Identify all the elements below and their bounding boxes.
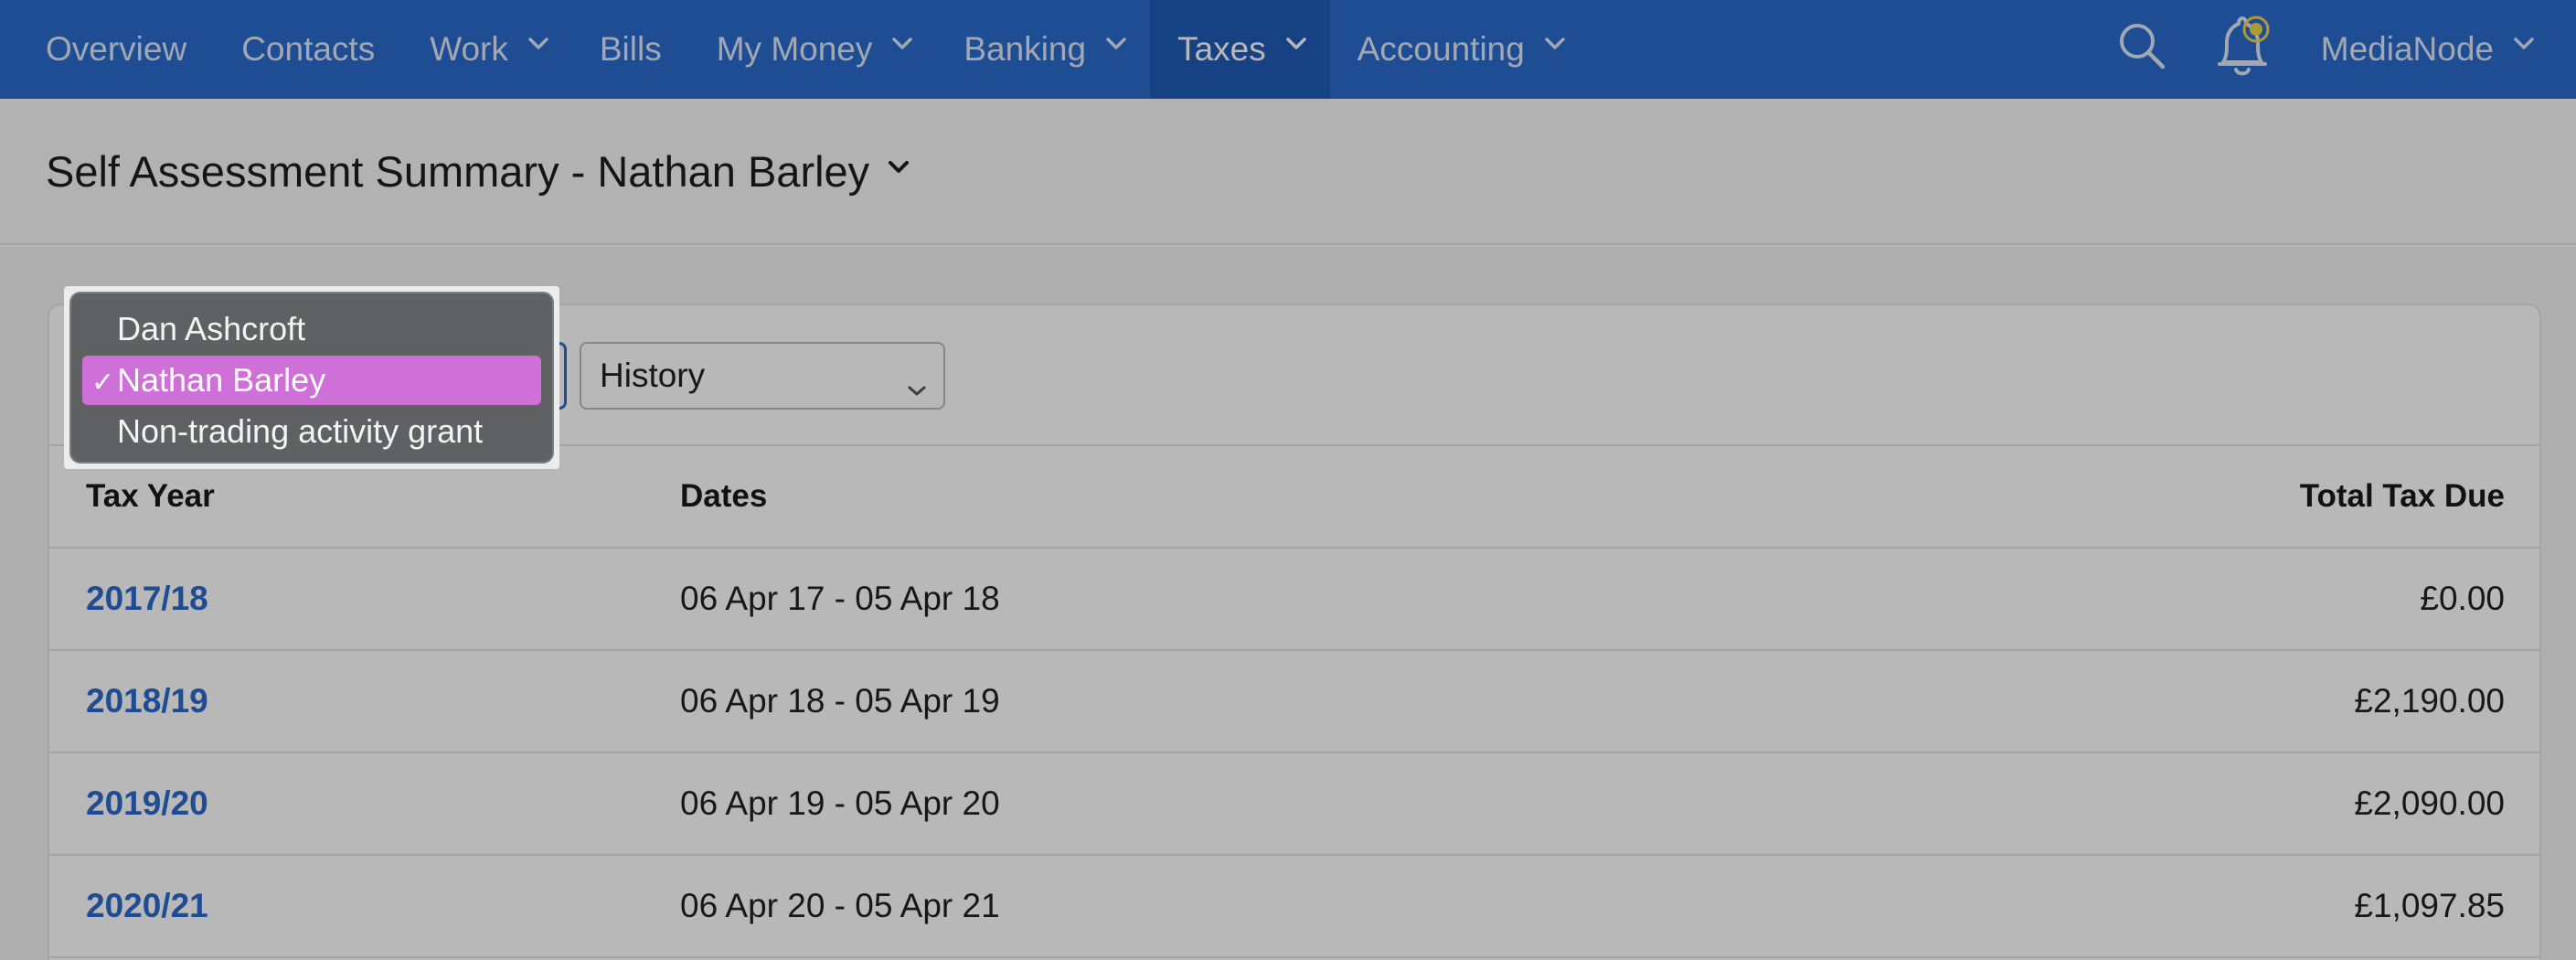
nav-item-banking[interactable]: Banking xyxy=(936,0,1150,99)
nav-item-label: Overview xyxy=(46,30,187,68)
dropdown-frame: Dan Ashcroft ✓ Nathan Barley Non-trading… xyxy=(64,286,559,469)
nav-menu: Overview Contacts Work Bills My Money Ba… xyxy=(0,0,1589,99)
column-header-dates: Dates xyxy=(680,478,768,514)
option-label: Dan Ashcroft xyxy=(117,310,306,347)
nav-item-label: Accounting xyxy=(1357,30,1525,68)
chevron-down-icon xyxy=(528,37,548,54)
dates-cell: 06 Apr 18 - 05 Apr 19 xyxy=(680,682,1000,720)
option-label: Nathan Barley xyxy=(117,361,326,399)
chevron-down-icon xyxy=(1545,37,1565,54)
nav-item-label: Banking xyxy=(963,30,1087,68)
chevron-down-icon xyxy=(1106,37,1126,54)
table-row: 2017/18 06 Apr 17 - 05 Apr 18 £0.00 xyxy=(49,549,2539,651)
nav-item-overview[interactable]: Overview xyxy=(46,0,214,99)
chevron-down-icon xyxy=(2514,37,2534,54)
tax-year-link[interactable]: 2019/20 xyxy=(86,753,208,854)
total-cell: £0.00 xyxy=(2420,580,2505,617)
nav-utilities: MediaNode xyxy=(2078,0,2576,99)
person-dropdown-menu: Dan Ashcroft ✓ Nathan Barley Non-trading… xyxy=(69,292,554,464)
table-row: 2020/21 06 Apr 20 - 05 Apr 21 £1,097.85 xyxy=(49,856,2539,958)
nav-item-accounting[interactable]: Accounting xyxy=(1330,0,1589,99)
tax-year-link[interactable]: 2020/21 xyxy=(86,856,208,956)
notifications-button[interactable] xyxy=(2206,0,2279,99)
table-row: 2019/20 06 Apr 19 - 05 Apr 20 £2,090.00 xyxy=(49,753,2539,856)
nav-item-bills[interactable]: Bills xyxy=(572,0,689,99)
nav-item-label: Bills xyxy=(599,30,662,68)
nav-item-label: Taxes xyxy=(1177,30,1266,68)
nav-item-label: Work xyxy=(430,30,508,68)
dropdown-option-non-trading-activity-grant[interactable]: Non-trading activity grant xyxy=(82,407,541,456)
nav-item-work[interactable]: Work xyxy=(402,0,572,99)
search-button[interactable] xyxy=(2105,0,2178,99)
nav-item-my-money[interactable]: My Money xyxy=(689,0,937,99)
app-root: Overview Contacts Work Bills My Money Ba… xyxy=(0,0,2576,960)
tax-year-link[interactable]: 2018/19 xyxy=(86,651,208,752)
dropdown-option-dan-ashcroft[interactable]: Dan Ashcroft xyxy=(82,304,541,354)
nav-item-contacts[interactable]: Contacts xyxy=(214,0,402,99)
dates-cell: 06 Apr 19 - 05 Apr 20 xyxy=(680,784,1000,822)
chevron-down-icon xyxy=(1286,37,1306,54)
dates-cell: 06 Apr 17 - 05 Apr 18 xyxy=(680,580,1000,617)
nav-item-label: Contacts xyxy=(241,30,376,68)
dropdown-option-nathan-barley[interactable]: ✓ Nathan Barley xyxy=(82,356,541,405)
chevron-down-icon[interactable] xyxy=(888,160,910,179)
nav-item-taxes[interactable]: Taxes xyxy=(1150,0,1330,99)
account-menu[interactable]: MediaNode xyxy=(2320,30,2534,69)
total-cell: £1,097.85 xyxy=(2354,887,2505,924)
top-nav: Overview Contacts Work Bills My Money Ba… xyxy=(0,0,2576,99)
dates-cell: 06 Apr 20 - 05 Apr 21 xyxy=(680,887,1000,924)
account-name: MediaNode xyxy=(2320,30,2494,68)
table-row: 2018/19 06 Apr 18 - 05 Apr 19 £2,190.00 xyxy=(49,651,2539,753)
option-label: Non-trading activity grant xyxy=(117,412,484,450)
checkmark-icon: ✓ xyxy=(91,368,115,398)
view-select[interactable]: History xyxy=(580,342,945,410)
search-icon xyxy=(2116,20,2167,80)
view-select-value: History xyxy=(600,357,706,394)
column-header-total: Total Tax Due xyxy=(2299,478,2505,514)
tax-year-link[interactable]: 2017/18 xyxy=(86,549,208,649)
bell-icon xyxy=(2210,11,2274,89)
nav-item-label: My Money xyxy=(716,30,873,68)
total-cell: £2,090.00 xyxy=(2354,784,2505,822)
chevron-down-icon xyxy=(907,368,927,406)
chevron-down-icon xyxy=(892,37,913,54)
page-title[interactable]: Self Assessment Summary - Nathan Barley xyxy=(46,146,869,197)
total-cell: £2,190.00 xyxy=(2354,682,2505,720)
page-header: Self Assessment Summary - Nathan Barley xyxy=(0,99,2576,245)
